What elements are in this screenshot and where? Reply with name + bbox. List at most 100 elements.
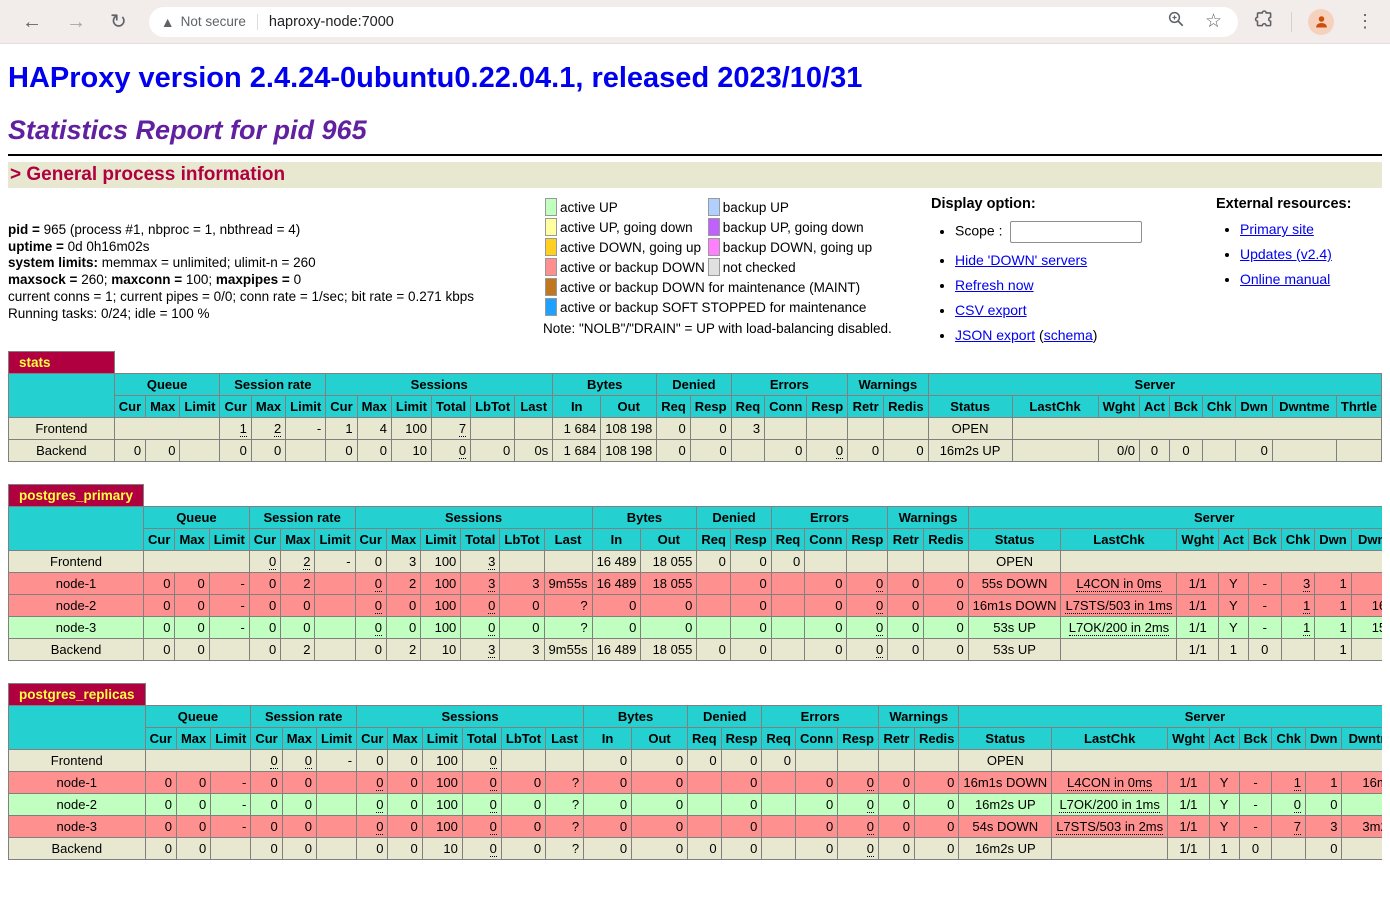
table-cell: 0 bbox=[878, 772, 914, 794]
table-cell bbox=[180, 440, 220, 462]
table-cell: 0 bbox=[1236, 440, 1272, 462]
table-row-frontend: Frontend12-1410071 684108 198003OPEN bbox=[9, 418, 1382, 440]
table-cell: 0 bbox=[795, 772, 837, 794]
row-label: node-2 bbox=[9, 794, 146, 816]
table-cell: 0 bbox=[249, 617, 280, 639]
table-cell: 0 bbox=[114, 440, 145, 462]
table-cell: 0 bbox=[145, 794, 176, 816]
group-header: Session rate bbox=[220, 374, 326, 396]
bookmark-star-icon[interactable]: ☆ bbox=[1205, 10, 1222, 33]
proxy-name-postgres_replicas[interactable]: postgres_replicas bbox=[9, 684, 146, 706]
extensions-icon[interactable] bbox=[1254, 9, 1275, 35]
table-cell: 0 bbox=[914, 838, 958, 860]
group-header: Queue bbox=[145, 706, 251, 728]
json-export-link[interactable]: JSON export bbox=[955, 327, 1035, 343]
table-cell: 53s UP bbox=[968, 639, 1061, 661]
table-cell: 0 bbox=[884, 440, 928, 462]
tooltip-value: 0 bbox=[876, 576, 883, 592]
primary-site-link[interactable]: Primary site bbox=[1240, 221, 1314, 237]
table-cell: 0 bbox=[584, 838, 632, 860]
zoom-icon[interactable] bbox=[1167, 10, 1185, 33]
tooltip-value: 7 bbox=[1294, 819, 1301, 835]
table-cell: 1/1 bbox=[1177, 639, 1218, 661]
hide-down-link[interactable]: Hide 'DOWN' servers bbox=[955, 252, 1087, 268]
column-header: Bck bbox=[1248, 529, 1281, 551]
table-cell: - bbox=[1239, 772, 1272, 794]
table-row-node-2: node-200-000010000?000000016m1s DOWNL7ST… bbox=[9, 595, 1383, 617]
column-header: Cur bbox=[220, 396, 251, 418]
reload-icon[interactable]: ↻ bbox=[110, 12, 127, 32]
refresh-link[interactable]: Refresh now bbox=[955, 277, 1034, 293]
tooltip-value: 0 bbox=[876, 620, 883, 636]
table-cell: 0 bbox=[838, 772, 879, 794]
table-cell bbox=[771, 573, 805, 595]
scope-input[interactable] bbox=[1010, 221, 1142, 243]
table-cell: 0 bbox=[795, 794, 837, 816]
table-cell: 0 bbox=[176, 772, 210, 794]
proxy-title-spacer bbox=[144, 485, 1382, 507]
table-cell: 0 bbox=[462, 838, 501, 860]
forward-icon[interactable]: → bbox=[66, 12, 86, 32]
column-header: Req bbox=[762, 728, 796, 750]
column-header: Chk bbox=[1281, 529, 1315, 551]
column-header: Cur bbox=[355, 529, 386, 551]
table-cell: 0 bbox=[1239, 838, 1272, 860]
browser-menu-icon[interactable]: ⋮ bbox=[1350, 11, 1380, 32]
table-cell: 0 bbox=[592, 617, 641, 639]
column-header: Req bbox=[697, 529, 731, 551]
url-bar[interactable]: ▲ Not secure haproxy-node:7000 ☆ bbox=[149, 7, 1238, 37]
proxy-name-stats[interactable]: stats bbox=[9, 352, 115, 374]
table-cell: 0 bbox=[175, 639, 209, 661]
table-cell: 108 198 bbox=[601, 418, 657, 440]
not-secure-label[interactable]: Not secure bbox=[181, 14, 246, 29]
table-cell: ? bbox=[544, 617, 592, 639]
column-header: Conn bbox=[805, 529, 847, 551]
column-header: Out bbox=[601, 396, 657, 418]
table-cell: ? bbox=[546, 838, 584, 860]
pill-separator bbox=[257, 14, 258, 30]
table-cell: 0 bbox=[721, 750, 762, 772]
table-cell: 0 bbox=[688, 750, 722, 772]
profile-avatar[interactable] bbox=[1308, 9, 1334, 35]
url-text[interactable]: haproxy-node:7000 bbox=[269, 14, 1167, 30]
page-title[interactable]: HAProxy version 2.4.24-0ubuntu0.22.04.1,… bbox=[8, 62, 1382, 95]
column-header: Total bbox=[461, 529, 500, 551]
table-cell bbox=[1061, 639, 1177, 661]
tooltip-value: 0 bbox=[876, 598, 883, 614]
corner-header bbox=[9, 706, 146, 750]
legend-label: backup DOWN, going up bbox=[722, 238, 873, 256]
column-header: Max bbox=[357, 396, 391, 418]
table-row-frontend: Frontend02-03100316 48918 055000OPEN bbox=[9, 551, 1383, 573]
proxy-table-postgres_replicas: postgres_replicasQueueSession rateSessio… bbox=[8, 683, 1382, 860]
table-cell bbox=[315, 639, 355, 661]
back-icon[interactable]: ← bbox=[22, 12, 42, 32]
table-cell: 0 bbox=[584, 772, 632, 794]
table-cell: 0 bbox=[847, 573, 888, 595]
column-header: Max bbox=[251, 396, 285, 418]
table-cell: 2 bbox=[281, 639, 315, 661]
column-header: Status bbox=[968, 529, 1061, 551]
tooltip-value: L4CON in 0ms bbox=[1067, 775, 1152, 791]
table-cell: 7 bbox=[1272, 816, 1306, 838]
table-cell: 0 bbox=[848, 440, 884, 462]
display-options: Display option: Scope : Hide 'DOWN' serv… bbox=[931, 196, 1216, 343]
column-header: Resp bbox=[721, 728, 762, 750]
group-header: Errors bbox=[771, 507, 888, 529]
updates-link[interactable]: Updates (v2.4) bbox=[1240, 246, 1332, 262]
column-header: Retr bbox=[848, 396, 884, 418]
csv-export-link[interactable]: CSV export bbox=[955, 302, 1027, 318]
column-header: In bbox=[584, 728, 632, 750]
tooltip-value: 1 bbox=[1303, 620, 1310, 636]
online-manual-link[interactable]: Online manual bbox=[1240, 271, 1330, 287]
table-cell bbox=[209, 639, 249, 661]
table-cell: 0 bbox=[355, 617, 386, 639]
table-cell: 0 bbox=[584, 794, 632, 816]
table-cell: L4CON in 0ms bbox=[1052, 772, 1168, 794]
schema-link[interactable]: schema bbox=[1044, 327, 1093, 343]
legend-label: backup UP bbox=[722, 198, 873, 216]
table-cell: 0 bbox=[730, 551, 771, 573]
table-cell: 0 bbox=[357, 772, 388, 794]
table-cell: 15m8s bbox=[1351, 617, 1382, 639]
proxy-name-postgres_primary[interactable]: postgres_primary bbox=[9, 485, 144, 507]
table-cell: Y bbox=[1209, 772, 1239, 794]
